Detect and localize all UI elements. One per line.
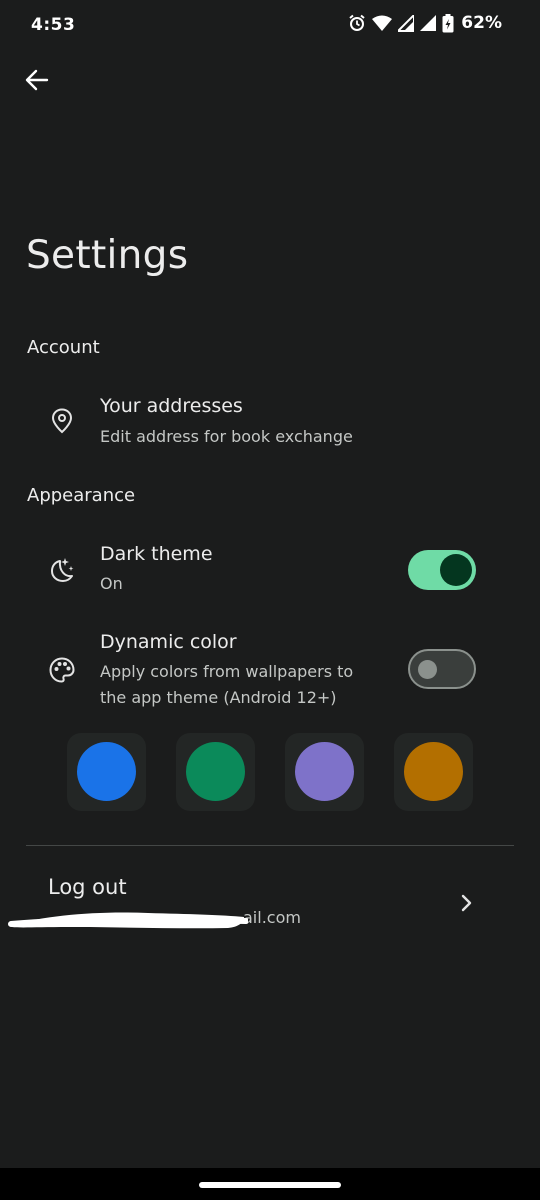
color-swatch-purple[interactable] [285,733,364,811]
divider [26,845,514,846]
signal-icon [420,14,437,32]
dynamic-color-subtitle: Apply colors from wallpapers to the app … [100,662,354,707]
swatch-dot [77,742,136,801]
section-header-appearance: Appearance [27,485,136,506]
redaction-mark [8,912,248,929]
chevron-right-icon [456,892,476,914]
palette-icon [48,656,76,684]
dark-theme-row[interactable]: Dark theme On [0,533,540,613]
toggle-knob [440,554,472,586]
toggle-knob [418,660,437,679]
status-icons: 62% [348,13,502,33]
swatch-dot [404,742,463,801]
dynamic-color-toggle[interactable] [408,649,476,689]
moon-stars-icon [48,556,76,584]
section-header-account: Account [27,337,100,358]
logout-email-suffix: ail.com [243,908,301,927]
signal-icon [398,14,415,32]
alarm-icon [348,14,366,32]
swatch-dot [186,742,245,801]
battery-charging-icon [442,13,454,33]
battery-percent: 62% [461,13,502,33]
dark-theme-title: Dark theme [100,543,213,565]
page-title: Settings [26,233,189,278]
addresses-subtitle: Edit address for book exchange [100,427,353,446]
home-gesture-handle[interactable] [199,1182,341,1188]
wifi-icon [372,15,393,32]
status-time: 4:53 [31,15,76,35]
addresses-row[interactable]: Your addresses Edit address for book exc… [0,385,540,465]
dynamic-color-title: Dynamic color [100,631,237,653]
navigation-bar [0,1168,540,1200]
back-button[interactable] [20,66,54,98]
location-pin-icon [48,407,76,435]
dynamic-color-row[interactable]: Dynamic color Apply colors from wallpape… [0,621,540,717]
addresses-title: Your addresses [100,395,243,417]
color-swatch-orange[interactable] [394,733,473,811]
logout-title: Log out [48,875,127,899]
swatch-dot [295,742,354,801]
status-bar: 4:53 62% [0,0,540,52]
color-swatch-green[interactable] [176,733,255,811]
dark-theme-subtitle: On [100,574,123,593]
color-swatch-blue[interactable] [67,733,146,811]
arrow-back-icon [25,69,49,95]
dark-theme-toggle[interactable] [408,550,476,590]
